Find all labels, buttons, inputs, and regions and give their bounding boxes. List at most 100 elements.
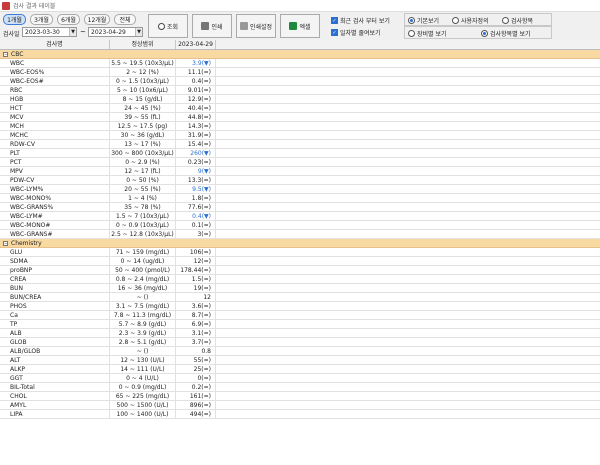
item-view-radio[interactable]: 검사항목별 보기 <box>481 29 531 38</box>
table-row[interactable]: ALKP 14 ~ 111 (U/L) 25(=) <box>0 365 600 374</box>
table-row[interactable]: WBC-MONO# 0 ~ 0.9 (10x3/μL) 0.1(=) <box>0 221 600 230</box>
search-label: 조회 <box>166 23 179 31</box>
collapse-icon[interactable]: − <box>3 51 8 57</box>
table-row[interactable]: CHOL 65 ~ 225 (mg/dL) 161(=) <box>0 392 600 401</box>
normal-range-cell: 12 ~ 130 (U/L) <box>110 356 176 364</box>
basic-view-radio[interactable]: 기본보기 <box>408 16 439 25</box>
result-cell: 3.7(=) <box>176 338 216 346</box>
table-row[interactable]: WBC-LYM# 1.5 ~ 7 (10x3/μL) 0.4(▼) <box>0 212 600 221</box>
test-name-cell: BUN/CREA <box>0 293 110 301</box>
recent-first-label: 최근 검사 부터 보기 <box>340 18 390 25</box>
print-setup-button[interactable]: 인쇄설정 <box>236 14 276 38</box>
normal-range-cell: 2 ~ 12 (%) <box>110 68 176 76</box>
result-cell: 1.5(=) <box>176 275 216 283</box>
table-row[interactable]: BIL-Total 0 ~ 0.9 (mg/dL) 0.2(=) <box>0 383 600 392</box>
table-row[interactable]: RBC 5 ~ 10 (10x6/μL) 9.01(=) <box>0 86 600 95</box>
result-cell: 3.6(=) <box>176 302 216 310</box>
normal-range-cell: 20 ~ 55 (%) <box>110 185 176 193</box>
test-name-cell: GGT <box>0 374 110 382</box>
normal-range-cell: 7.8 ~ 11.3 (mg/dL) <box>110 311 176 319</box>
normal-range-cell: 500 ~ 1500 (U/L) <box>110 401 176 409</box>
table-row[interactable]: CREA 0.8 ~ 2.4 (mg/dL) 1.5(=) <box>0 275 600 284</box>
table-row[interactable]: MCV 39 ~ 55 (fL) 44.8(=) <box>0 113 600 122</box>
date-to-field[interactable]: 2023-04-29 ▼ <box>88 27 143 37</box>
table-row[interactable]: GLOB 2.8 ~ 5.1 (g/dL) 3.7(=) <box>0 338 600 347</box>
calendar-dropdown-icon[interactable]: ▼ <box>69 28 76 36</box>
user-defined-radio[interactable]: 사용자정의 <box>452 16 489 25</box>
table-row[interactable]: WBC-MONO% 1 ~ 4 (%) 1.8(=) <box>0 194 600 203</box>
test-name-cell: PCT <box>0 158 110 166</box>
normal-range-cell: 3.1 ~ 7.5 (mg/dL) <box>110 302 176 310</box>
test-name-cell: WBC-LYM% <box>0 185 110 193</box>
result-cell: 0.1(=) <box>176 221 216 229</box>
test-item-label: 검사항목 <box>511 18 534 25</box>
checkmark-icon: ✓ <box>331 17 338 24</box>
table-row[interactable]: BUN 16 ~ 36 (mg/dL) 19(=) <box>0 284 600 293</box>
result-cell: 6.9(=) <box>176 320 216 328</box>
table-row[interactable]: WBC-EOS% 2 ~ 12 (%) 11.1(=) <box>0 68 600 77</box>
table-row[interactable]: MCH 12.5 ~ 17.5 (pg) 14.3(=) <box>0 122 600 131</box>
table-row[interactable]: MCHC 30 ~ 36 (g/dL) 31.9(=) <box>0 131 600 140</box>
table-row[interactable]: PCT 0 ~ 2.9 (%) 0.23(=) <box>0 158 600 167</box>
table-row[interactable]: ALT 12 ~ 130 (U/L) 55(=) <box>0 356 600 365</box>
table-row[interactable]: PDW-CV 0 ~ 50 (%) 13.3(=) <box>0 176 600 185</box>
table-row[interactable]: WBC-LYM% 20 ~ 55 (%) 9.5(▼) <box>0 185 600 194</box>
period-12months-button[interactable]: 12개월 <box>84 14 110 25</box>
table-row[interactable]: WBC 5.5 ~ 19.5 (10x3/μL) 3.9(▼) <box>0 59 600 68</box>
user-defined-label: 사용자정의 <box>461 18 489 25</box>
excel-button[interactable]: 엑셀 <box>280 14 320 38</box>
group-row-0[interactable]: − CBC <box>0 50 600 59</box>
header-date[interactable]: 2023-04-29 <box>176 40 216 49</box>
table-row[interactable]: HCT 24 ~ 45 (%) 40.4(=) <box>0 104 600 113</box>
header-normal-range[interactable]: 정상범위 <box>110 40 176 49</box>
search-button[interactable]: 조회 <box>148 14 188 38</box>
test-name-cell: GLU <box>0 248 110 256</box>
result-cell: 19(=) <box>176 284 216 292</box>
result-cell: 3.9(▼) <box>176 59 216 67</box>
normal-range-cell: ~ () <box>110 347 176 355</box>
table-row[interactable]: HGB 8 ~ 15 (g/dL) 12.9(=) <box>0 95 600 104</box>
table-row[interactable]: BUN/CREA ~ () 12 <box>0 293 600 302</box>
test-item-radio[interactable]: 검사항목 <box>502 16 533 25</box>
table-row[interactable]: Ca 7.8 ~ 11.3 (mg/dL) 8.7(=) <box>0 311 600 320</box>
table-row[interactable]: GGT 0 ~ 4 (U/L) 0(=) <box>0 374 600 383</box>
date-from-field[interactable]: 2023-03-30 ▼ <box>22 27 77 37</box>
table-row[interactable]: ALB 2.3 ~ 3.9 (g/dL) 3.1(=) <box>0 329 600 338</box>
period-6months-button[interactable]: 6개월 <box>57 14 80 25</box>
table-row[interactable]: proBNP 50 ~ 400 (pmol/L) 178.44(=) <box>0 266 600 275</box>
period-1month-button[interactable]: 1개월 <box>3 14 26 25</box>
table-row[interactable]: WBC-GRANS% 35 ~ 78 (%) 77.6(=) <box>0 203 600 212</box>
period-3months-button[interactable]: 3개월 <box>30 14 53 25</box>
table-row[interactable]: AMYL 500 ~ 1500 (U/L) 896(=) <box>0 401 600 410</box>
table-row[interactable]: SDMA 0 ~ 14 (ug/dL) 12(=) <box>0 257 600 266</box>
test-name-cell: WBC-GRANS% <box>0 203 110 211</box>
table-row[interactable]: WBC-EOS# 0 ~ 1.5 (10x3/μL) 0.4(=) <box>0 77 600 86</box>
fold-by-date-checkbox[interactable]: ✓ 일자별 줄여보기 <box>331 28 381 37</box>
test-name-cell: WBC-EOS# <box>0 77 110 85</box>
group-row-1[interactable]: − Chemistry <box>0 239 600 248</box>
table-row[interactable]: PHOS 3.1 ~ 7.5 (mg/dL) 3.6(=) <box>0 302 600 311</box>
result-cell: 260(▼) <box>176 149 216 157</box>
device-view-radio[interactable]: 장비별 보기 <box>408 29 447 38</box>
table-row[interactable]: PLT 300 ~ 800 (10x3/μL) 260(▼) <box>0 149 600 158</box>
normal-range-cell: 24 ~ 45 (%) <box>110 104 176 112</box>
collapse-icon[interactable]: − <box>3 240 8 246</box>
test-name-cell: SDMA <box>0 257 110 265</box>
test-name-cell: MCV <box>0 113 110 121</box>
table-row[interactable]: LIPA 100 ~ 1400 (U/L) 494(=) <box>0 410 600 419</box>
table-row[interactable]: RDW-CV 13 ~ 17 (%) 15.4(=) <box>0 140 600 149</box>
normal-range-cell: 14 ~ 111 (U/L) <box>110 365 176 373</box>
recent-first-checkbox[interactable]: ✓ 최근 검사 부터 보기 <box>331 16 390 25</box>
table-row[interactable]: TP 5.7 ~ 8.9 (g/dL) 6.9(=) <box>0 320 600 329</box>
header-test-name[interactable]: 검사명 <box>0 40 110 49</box>
normal-range-cell: 100 ~ 1400 (U/L) <box>110 410 176 418</box>
table-row[interactable]: GLU 71 ~ 159 (mg/dL) 106(=) <box>0 248 600 257</box>
print-button[interactable]: 인쇄 <box>192 14 232 38</box>
table-row[interactable]: MPV 12 ~ 17 (fL) 9(▼) <box>0 167 600 176</box>
calendar-dropdown-icon[interactable]: ▼ <box>135 28 142 36</box>
table-row[interactable]: ALB/GLOB ~ () 0.8 <box>0 347 600 356</box>
normal-range-cell: 5.5 ~ 19.5 (10x3/μL) <box>110 59 176 67</box>
table-row[interactable]: WBC-GRANS# 2.5 ~ 12.8 (10x3/μL) 3(=) <box>0 230 600 239</box>
result-cell: 14.3(=) <box>176 122 216 130</box>
period-all-button[interactable]: 전체 <box>114 14 136 25</box>
